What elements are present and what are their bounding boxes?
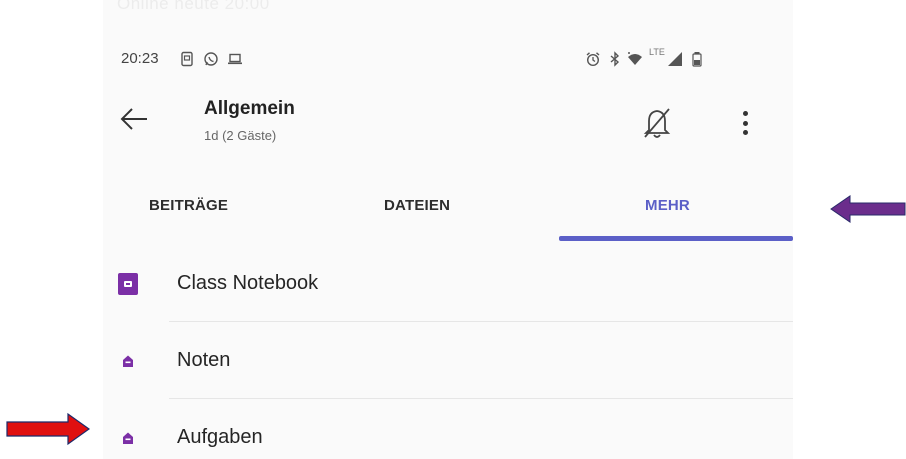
more-options-button[interactable] <box>733 108 757 138</box>
bell-off-icon <box>643 108 671 138</box>
annotation-arrow-right-icon <box>6 412 90 446</box>
assignments-icon <box>117 427 139 449</box>
whatsapp-icon <box>203 51 219 67</box>
more-dot <box>742 130 748 135</box>
channel-subtitle: 1d (2 Gäste) <box>204 128 277 143</box>
laptop-icon <box>227 51 243 67</box>
grades-icon <box>117 350 139 372</box>
ghost-status-text: Online heute 20:00 <box>117 0 270 13</box>
phone-screen: Online heute 20:00 20:23 LTE Allgemein 1… <box>103 0 793 459</box>
mute-notifications-button[interactable] <box>641 106 673 140</box>
list-item-label: Noten <box>177 349 231 371</box>
tab-dateien[interactable]: DATEIEN <box>384 197 450 214</box>
alarm-icon <box>585 51 601 67</box>
screenshot-stage: Online heute 20:00 20:23 LTE Allgemein 1… <box>0 0 906 459</box>
battery-icon <box>689 51 705 67</box>
back-button[interactable] <box>117 104 151 134</box>
annotation-arrow-left-icon <box>830 195 906 223</box>
screenshot-icon <box>179 51 195 67</box>
list-item-class-notebook[interactable]: Class Notebook <box>103 245 793 322</box>
list-item-label: Class Notebook <box>177 272 319 294</box>
notebook-icon <box>117 272 139 295</box>
bluetooth-icon <box>607 51 623 67</box>
list-item-label: Aufgaben <box>177 426 263 448</box>
arrow-left-icon <box>120 108 147 130</box>
signal-icon <box>667 51 683 67</box>
active-tab-indicator <box>559 236 793 241</box>
more-vertical-icon <box>742 111 748 116</box>
wifi-icon <box>627 51 643 67</box>
channel-title: Allgemein <box>204 98 295 119</box>
status-time: 20:23 <box>121 50 159 67</box>
list-item-noten[interactable]: Noten <box>103 322 793 399</box>
tab-beitraege[interactable]: BEITRÄGE <box>149 197 228 214</box>
list-item-aufgaben[interactable]: Aufgaben <box>103 399 793 459</box>
status-bar: 20:23 LTE <box>103 46 793 74</box>
tab-mehr[interactable]: MEHR <box>645 197 690 214</box>
more-dot <box>742 120 748 126</box>
